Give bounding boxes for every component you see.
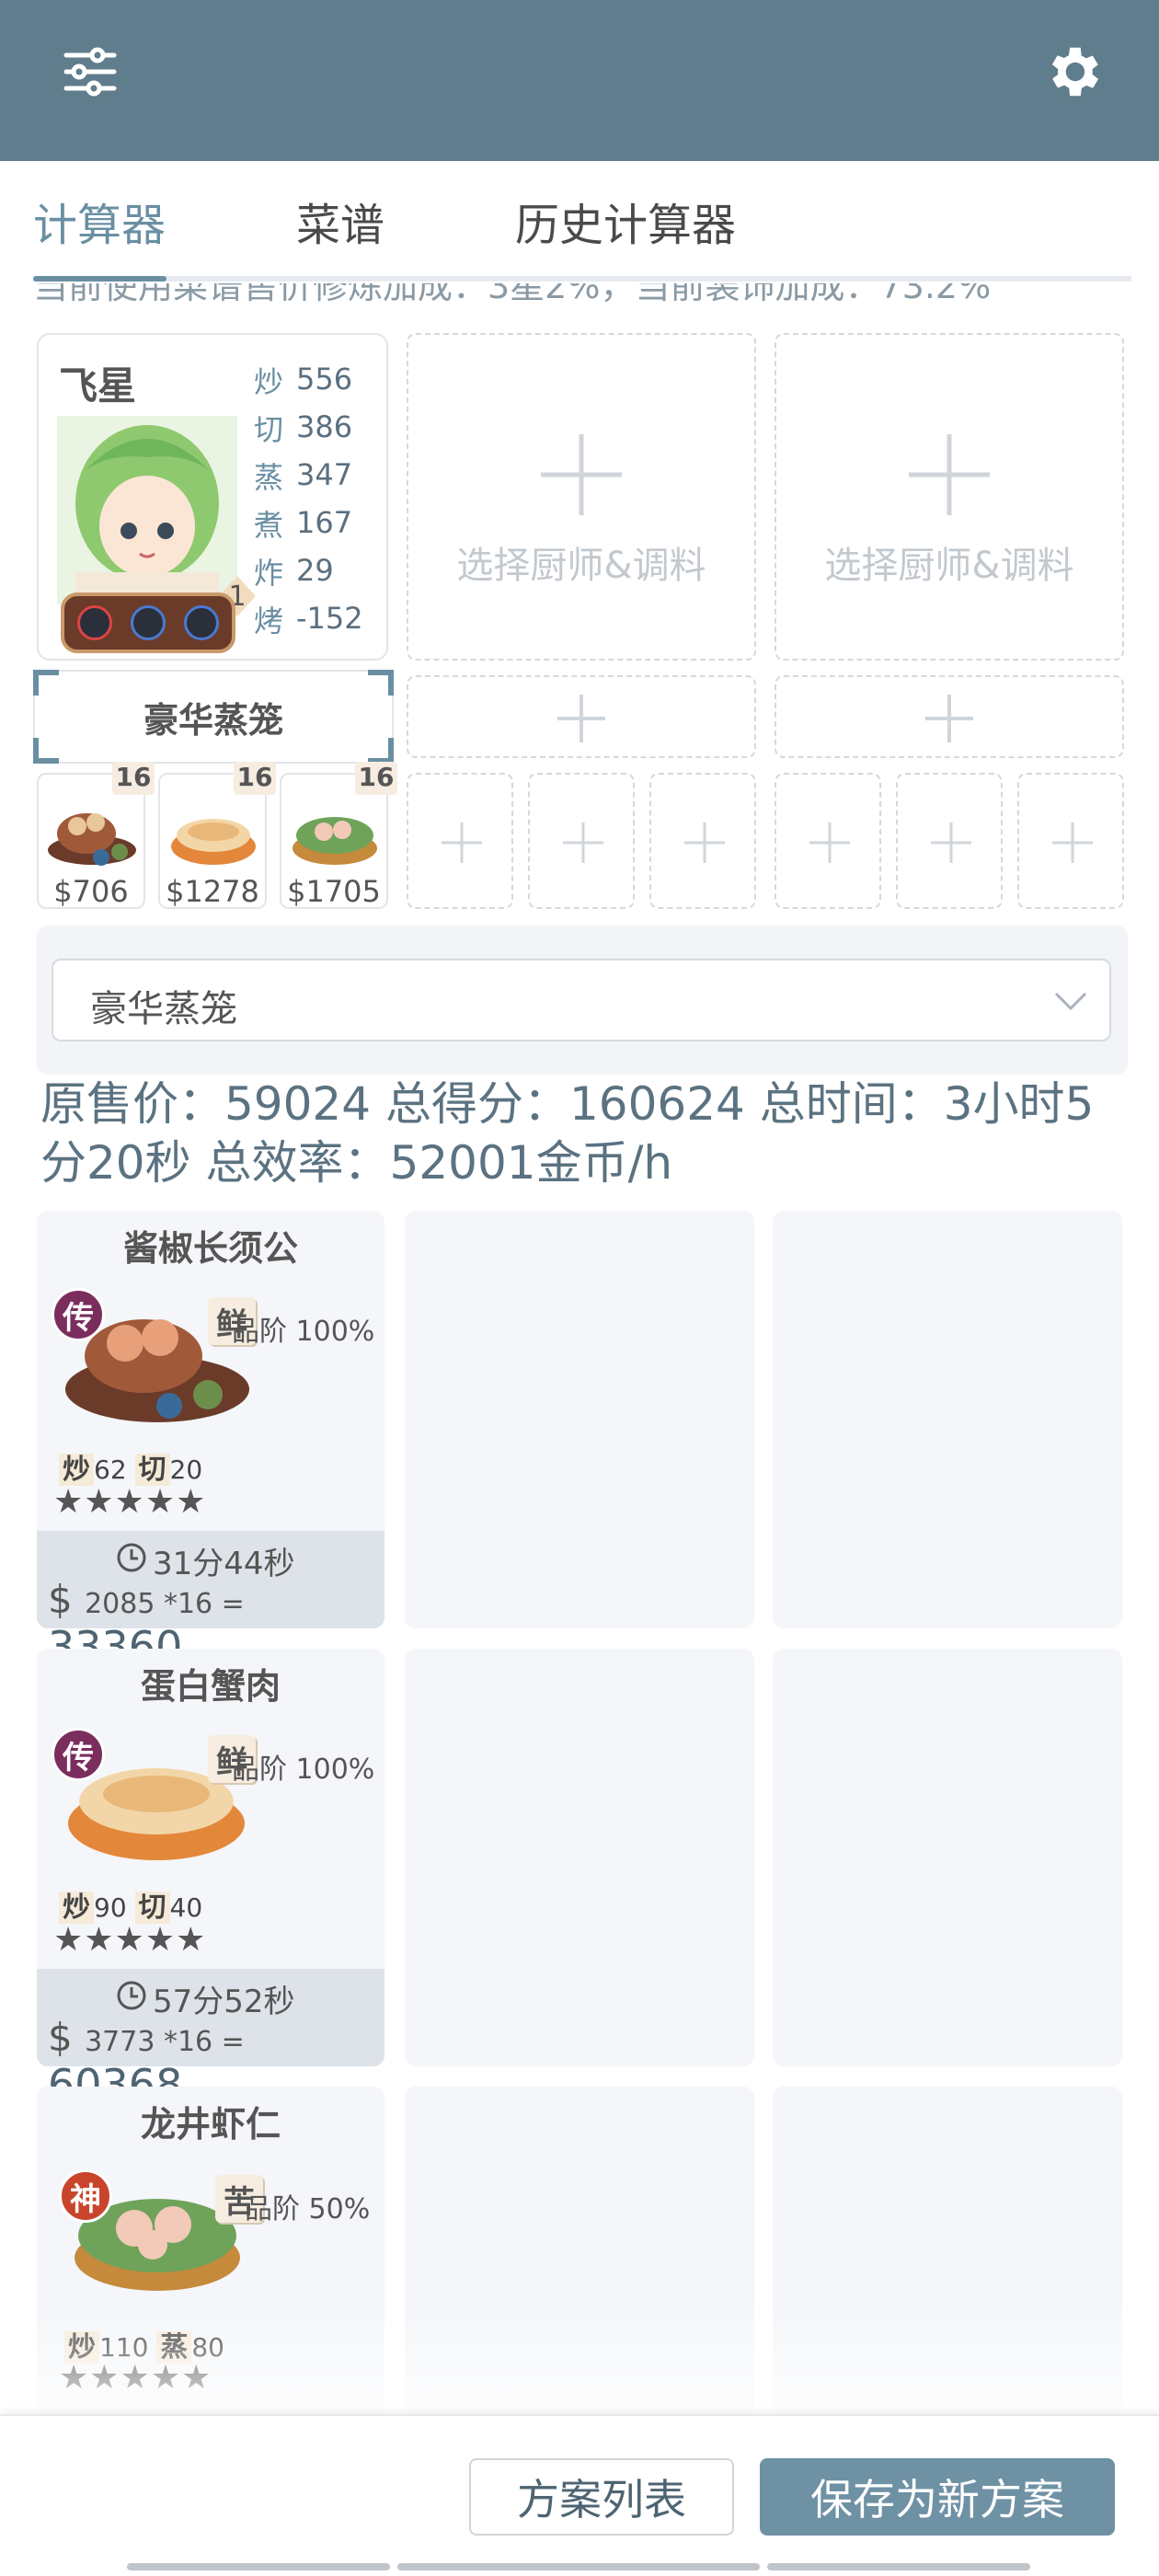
- recipe-grade: 品阶 100%: [232, 1754, 375, 1786]
- tab-recipes[interactable]: 菜谱: [296, 189, 384, 253]
- plus-icon: [563, 822, 603, 863]
- stat-label-steam: 蒸: [254, 460, 284, 495]
- empty-dish-slot[interactable]: [649, 773, 756, 909]
- dish-count-badge: 16: [234, 762, 276, 795]
- equipment-slot[interactable]: 豪华蒸笼: [33, 670, 394, 764]
- empty-chef-slot[interactable]: 选择厨师&调料: [775, 333, 1124, 661]
- stat-value-steam: 347: [296, 457, 353, 492]
- recipe-card[interactable]: 酱椒长须公 传 鲜 品阶 100% 炒 62 切 20 ★★★★★ 31分44秒 $…: [37, 1211, 384, 1672]
- recipe-name: 酱椒长须公: [122, 1228, 298, 1269]
- empty-recipe-slot[interactable]: [773, 1211, 1122, 1628]
- recipe-skills: 炒 90 切 40: [59, 1884, 202, 1925]
- plus-icon: [1052, 822, 1093, 863]
- recipe-name: 龙井虾仁: [140, 2104, 281, 2145]
- dish-image: [171, 819, 256, 865]
- condiment-slot-blue[interactable]: [184, 605, 219, 640]
- clock-icon: [117, 1543, 146, 1572]
- equipment-select[interactable]: 豪华蒸笼: [52, 959, 1111, 1041]
- recipe-card[interactable]: 蛋白蟹肉 传 鲜 品阶 100% 炒 90 切 40 ★★★★★ 57分52秒 $ …: [37, 1649, 384, 2110]
- scrollbar-track[interactable]: [767, 2563, 1030, 2570]
- condiment-slot-red[interactable]: [77, 605, 112, 640]
- clock-icon: [117, 1981, 146, 2010]
- plus-icon: [541, 434, 622, 515]
- stat-label-fry: 炸: [254, 556, 284, 591]
- empty-slot-label: 选择厨师&调料: [824, 545, 1074, 587]
- chef-name: 飞星: [59, 363, 137, 408]
- stat-value-fry: 29: [296, 553, 334, 588]
- condiment-slots[interactable]: [61, 592, 235, 653]
- equipment-name: 豪华蒸笼: [143, 700, 283, 741]
- dish-price: $706: [53, 874, 129, 909]
- plus-icon: [909, 434, 990, 515]
- recipe-skills: 炒 62 切 20: [59, 1446, 202, 1487]
- stat-label-stir: 炒: [254, 364, 284, 399]
- dish-price: $1278: [166, 874, 259, 909]
- plus-icon: [442, 822, 482, 863]
- plan-list-button[interactable]: 方案列表: [469, 2458, 734, 2536]
- empty-slot-label: 选择厨师&调料: [456, 545, 706, 587]
- empty-equipment-slot[interactable]: [775, 675, 1124, 758]
- dish-count-badge: 16: [112, 762, 155, 795]
- stat-label-cut: 切: [254, 412, 284, 447]
- dish-image: [293, 817, 377, 865]
- recipe-stars: ★★★★★: [53, 1921, 207, 1959]
- dish-price: $1705: [287, 874, 381, 909]
- select-value: 豪华蒸笼: [90, 988, 237, 1030]
- empty-equipment-slot[interactable]: [407, 675, 756, 758]
- rarity-badge: 神: [59, 2169, 112, 2223]
- bonus-info-text: 当前使用菜谱售价修炼加成：3星2%，当前装饰加成：73.2%: [33, 283, 992, 306]
- scrollbar-track[interactable]: [397, 2563, 760, 2570]
- tab-history-calculator[interactable]: 历史计算器: [515, 189, 736, 253]
- plus-icon: [931, 822, 971, 863]
- empty-dish-slot[interactable]: [407, 773, 513, 909]
- recipe-grade: 品阶 50%: [245, 2193, 371, 2225]
- sliders-icon[interactable]: [53, 35, 127, 109]
- stat-value-roast: -152: [296, 601, 363, 636]
- recipe-grade: 品阶 100%: [232, 1316, 375, 1348]
- empty-chef-slot[interactable]: 选择厨师&调料: [407, 333, 756, 661]
- stat-value-boil: 167: [296, 505, 353, 540]
- stat-value-cut: 386: [296, 409, 353, 444]
- empty-recipe-slot[interactable]: [405, 1211, 754, 1628]
- recipe-footer: 57分52秒 $ 3773 *16 = 60368: [37, 1969, 384, 2110]
- rarity-badge: 传: [52, 1728, 105, 1781]
- condiment-slot-blue[interactable]: [131, 605, 166, 640]
- scroll-fade: [0, 2300, 1159, 2420]
- scrollbar-track[interactable]: [127, 2563, 390, 2570]
- app-header: [0, 0, 1159, 161]
- dish-slot[interactable]: 16 $1278: [158, 762, 276, 909]
- plus-icon: [557, 695, 605, 742]
- summary-text: 原售价：59024 总得分：160624 总时间：3小时5分20秒 总效率：52…: [40, 1077, 1095, 1190]
- dish-slot[interactable]: 16 $1705: [280, 762, 397, 909]
- save-plan-button[interactable]: 保存为新方案: [760, 2458, 1115, 2536]
- bottom-bar: 方案列表 保存为新方案: [0, 2414, 1159, 2576]
- tab-calculator[interactable]: 计算器: [33, 189, 166, 253]
- empty-recipe-slot[interactable]: [773, 1649, 1122, 2066]
- gear-icon[interactable]: [1036, 35, 1109, 109]
- empty-dish-slot[interactable]: [528, 773, 635, 909]
- plus-icon: [809, 822, 850, 863]
- stat-label-boil: 煮: [254, 508, 284, 543]
- rarity-badge: 传: [52, 1288, 105, 1341]
- stat-label-roast: 烤: [254, 604, 284, 638]
- empty-recipe-slot[interactable]: [405, 1649, 754, 2066]
- chef-avatar: [57, 416, 237, 604]
- recipe-footer: 31分44秒 $ 2085 *16 = 33360: [37, 1531, 384, 1672]
- plus-icon: [925, 695, 973, 742]
- recipe-name: 蛋白蟹肉: [140, 1666, 281, 1707]
- empty-dish-slot[interactable]: [896, 773, 1003, 909]
- empty-dish-slot[interactable]: [1017, 773, 1124, 909]
- dish-image: [48, 813, 136, 866]
- recipe-stars: ★★★★★: [53, 1483, 207, 1521]
- plus-icon: [684, 822, 725, 863]
- tab-divider: [33, 276, 1131, 282]
- dish-slot[interactable]: 16 $706: [37, 762, 155, 909]
- empty-dish-slot[interactable]: [775, 773, 881, 909]
- tab-active-indicator: [33, 276, 166, 282]
- stat-value-stir: 556: [296, 362, 353, 397]
- chevron-down-icon: [1054, 992, 1087, 1011]
- dish-count-badge: 16: [355, 762, 397, 795]
